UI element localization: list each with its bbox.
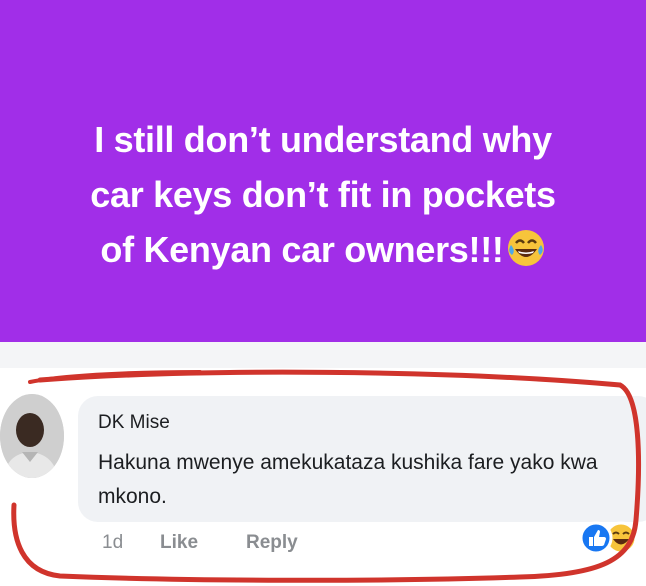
avatar[interactable] <box>0 394 64 478</box>
avatar-photo <box>0 394 64 478</box>
post-line-1: I still don’t understand why <box>94 119 552 160</box>
post-text: I still don’t understand why car keys do… <box>0 112 646 277</box>
comment-author[interactable]: DK Mise <box>98 412 170 434</box>
laughing-tears-emoji-icon <box>507 230 544 266</box>
reaction-summary[interactable] <box>574 518 644 558</box>
post-line-2: car keys don’t fit in pockets <box>90 174 556 215</box>
section-divider <box>0 342 646 368</box>
reply-button[interactable]: Reply <box>246 532 298 554</box>
like-button[interactable]: Like <box>160 532 198 554</box>
like-reaction-icon <box>579 521 613 555</box>
comment-timestamp[interactable]: 1d <box>102 532 123 554</box>
comment-text: Hakuna mwenye amekukataza kushika fare y… <box>98 451 598 508</box>
post-line-3: of Kenyan car owners!!! <box>100 229 504 270</box>
post-line-3-wrap: of Kenyan car owners!!! <box>0 222 646 277</box>
